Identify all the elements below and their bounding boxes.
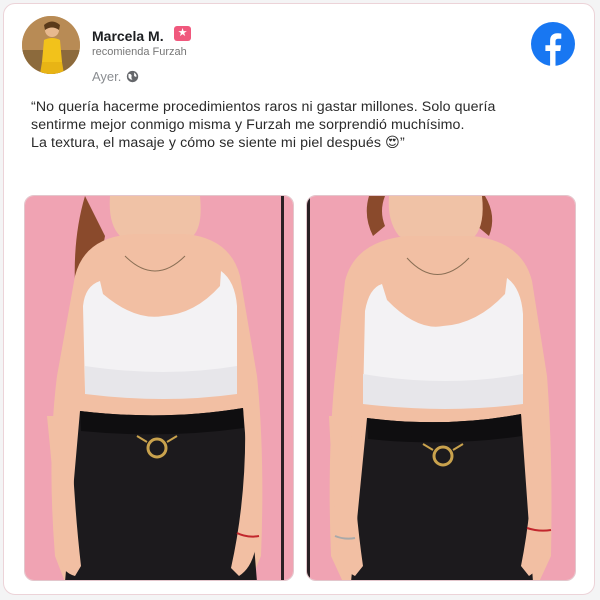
after-photo[interactable]: [306, 195, 576, 581]
quote-line: sentirme mejor conmigo misma y Furzah me…: [31, 117, 465, 133]
avatar-image: [22, 16, 80, 74]
author-name[interactable]: Marcela M.: [92, 28, 164, 44]
star-badge-icon: ★: [174, 26, 191, 41]
before-photo[interactable]: [24, 195, 294, 581]
testimonial-text: “No quería hacerme procedimientos raros …: [31, 98, 576, 152]
globe-icon: [126, 70, 139, 83]
facebook-logo-icon: [531, 22, 575, 66]
after-photo-image: [307, 196, 575, 580]
quote-line: “No quería hacerme procedimientos raros …: [31, 99, 496, 115]
before-photo-image: [25, 196, 293, 580]
recommendation-text: recomienda Furzah: [92, 46, 187, 58]
timestamp-text[interactable]: Ayer.: [92, 69, 121, 84]
quote-line: La textura, el masaje y cómo se siente m…: [31, 135, 405, 151]
post-timestamp: Ayer.: [92, 69, 139, 84]
avatar[interactable]: [22, 16, 80, 74]
post-card: Marcela M. ★ recomienda Furzah Ayer. “No…: [3, 3, 595, 595]
